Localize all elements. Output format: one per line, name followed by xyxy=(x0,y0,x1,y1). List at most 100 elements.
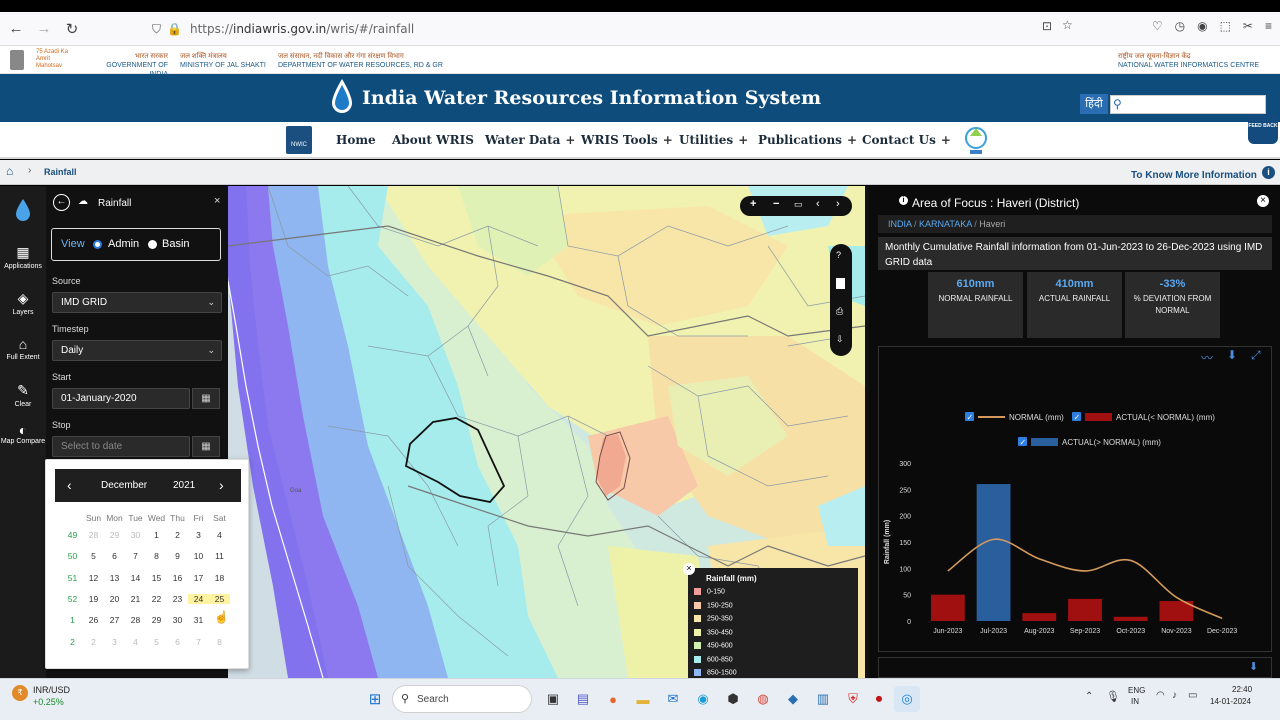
menu-wris-tools[interactable]: WRIS Tools + xyxy=(581,133,673,147)
chart-app-icon[interactable]: ▥ xyxy=(810,686,836,712)
calendar-day[interactable]: 10 xyxy=(188,551,209,561)
calendar-day[interactable]: 3 xyxy=(188,530,209,540)
export-icon[interactable]: ⇩ xyxy=(836,334,844,345)
microphone-icon[interactable]: 🎙 xyxy=(1106,690,1120,703)
help-icon[interactable]: ? xyxy=(836,250,841,260)
calendar-day[interactable]: 30 xyxy=(167,615,188,625)
screenshot-icon[interactable]: ✂ xyxy=(1243,19,1253,33)
calendar-day[interactable]: 26 xyxy=(83,615,104,625)
download-icon[interactable]: ⬇ xyxy=(1249,660,1258,673)
chevron-up-icon[interactable]: ⌃ xyxy=(1085,691,1093,702)
rainfall-map[interactable]: Goa + − ▭ ‹ › ? ⎙ ⇩ × Rainfall (mm) 0-15… xyxy=(228,186,865,678)
menu-water-data[interactable]: Water Data + xyxy=(485,133,575,147)
calendar-day[interactable]: 23 xyxy=(167,594,188,604)
calendar-day[interactable]: 8 xyxy=(146,551,167,561)
chart-bar[interactable] xyxy=(1068,598,1102,621)
rail-map-compare[interactable]: ◐ Map Compare xyxy=(0,423,46,446)
site-search-input[interactable]: ⚲ xyxy=(1110,95,1266,114)
calendar-day[interactable]: 12 xyxy=(83,573,104,583)
windows-start-icon[interactable]: ⊞ xyxy=(362,686,388,712)
volume-icon[interactable]: ♪ xyxy=(1172,690,1177,701)
stop-calendar-icon[interactable]: ▦ xyxy=(192,436,220,457)
firefox-icon[interactable]: ● xyxy=(600,686,626,712)
calendar-day[interactable]: 31 xyxy=(188,615,209,625)
calendar-day[interactable]: 11 xyxy=(209,551,230,561)
app-icon[interactable]: ⬢ xyxy=(720,686,746,712)
security-app-icon[interactable]: ⛨ xyxy=(840,686,866,712)
zoom-in-icon[interactable]: + xyxy=(750,198,756,210)
basin-radio[interactable] xyxy=(148,240,157,249)
calendar-day[interactable]: 18 xyxy=(209,573,230,583)
active-app-icon[interactable]: ◎ xyxy=(894,686,920,712)
history-icon[interactable]: ◷ xyxy=(1175,19,1185,33)
back-icon[interactable]: ← xyxy=(4,17,28,41)
map-scale-icon[interactable]: ▭ xyxy=(794,199,803,210)
calendar-day[interactable]: 29 xyxy=(104,530,125,540)
calendar-day[interactable]: 6 xyxy=(104,551,125,561)
crumb-india[interactable]: INDIA xyxy=(888,219,912,229)
calendar-day[interactable]: 15 xyxy=(146,573,167,583)
calendar-day[interactable]: 24 xyxy=(188,593,209,604)
calendar-year[interactable]: 2021 xyxy=(173,480,195,491)
menu-publications[interactable]: Publications + xyxy=(758,133,857,147)
record-icon[interactable]: ⏺ xyxy=(866,686,892,712)
crumb-karnataka[interactable]: KARNATAKA xyxy=(919,219,972,229)
menu-utilities[interactable]: Utilities + xyxy=(679,133,748,147)
calendar-day[interactable]: 14 xyxy=(125,573,146,583)
vscode-icon[interactable]: ◆ xyxy=(780,686,806,712)
close-icon[interactable]: × xyxy=(214,195,220,207)
calendar-day[interactable]: 20 xyxy=(104,594,125,604)
calendar-day[interactable]: 7 xyxy=(125,551,146,561)
calendar-day[interactable]: 13 xyxy=(104,573,125,583)
previous-month-icon[interactable]: ‹ xyxy=(67,477,72,493)
menu-about-wris[interactable]: About WRIS xyxy=(392,133,474,147)
extension-icon[interactable]: ⬚ xyxy=(1220,19,1231,33)
account-icon[interactable]: ◉ xyxy=(1197,19,1207,33)
calendar-month[interactable]: December xyxy=(101,480,147,491)
back-circle-icon[interactable]: ← xyxy=(53,194,70,211)
page-icon[interactable] xyxy=(836,278,845,289)
previous-extent-icon[interactable]: ‹ xyxy=(816,198,820,210)
zoom-out-icon[interactable]: − xyxy=(773,198,779,210)
calendar-day[interactable]: 4 xyxy=(209,530,230,540)
menu-contact-us[interactable]: Contact Us + xyxy=(862,133,951,147)
more-info-link[interactable]: To Know More Information xyxy=(1131,170,1257,181)
chart-bar[interactable] xyxy=(1022,613,1057,621)
language-code[interactable]: ENG xyxy=(1128,686,1145,695)
timestep-select[interactable]: Daily ⌄ xyxy=(52,340,222,361)
calendar-day[interactable]: 1 xyxy=(146,530,167,540)
start-date-input[interactable]: 01-January-2020 xyxy=(52,388,190,409)
chart-bar[interactable] xyxy=(930,594,965,621)
print-icon[interactable]: ⎙ xyxy=(836,306,843,317)
calendar-day[interactable]: 7 xyxy=(188,637,209,647)
taskbar-search[interactable]: ⚲ Search xyxy=(392,685,532,713)
calendar-day[interactable]: 19 xyxy=(83,594,104,604)
ticker-name[interactable]: INR/USD xyxy=(33,685,70,695)
calendar-day[interactable]: 2 xyxy=(83,637,104,647)
calendar-day[interactable]: 29 xyxy=(146,615,167,625)
rail-clear[interactable]: ✎ Clear xyxy=(0,382,46,408)
menu-icon[interactable]: ≡ xyxy=(1265,19,1272,33)
rail-applications[interactable]: ▦ Applications xyxy=(0,244,46,270)
teams-icon[interactable]: ▤ xyxy=(570,686,596,712)
bookmark-star-icon[interactable]: ☆ xyxy=(1062,18,1073,32)
calendar-day[interactable]: 5 xyxy=(146,637,167,647)
calendar-day[interactable]: 25 xyxy=(209,593,230,604)
info-icon[interactable]: i xyxy=(1262,166,1275,179)
chart-bar[interactable] xyxy=(1113,616,1148,621)
task-view-icon[interactable]: ▣ xyxy=(540,686,566,712)
calendar-day[interactable]: 27 xyxy=(104,615,125,625)
next-extent-icon[interactable]: › xyxy=(836,198,840,210)
translate-icon[interactable]: ⊡ xyxy=(1042,19,1052,33)
calendar-day[interactable]: 21 xyxy=(125,594,146,604)
clock-time[interactable]: 22:40 xyxy=(1232,685,1252,694)
file-explorer-icon[interactable]: ▬ xyxy=(630,686,656,712)
rail-full-extent[interactable]: ⌂ Full Extent xyxy=(0,336,46,361)
mail-icon[interactable]: ✉ xyxy=(660,686,686,712)
chart-bar[interactable] xyxy=(976,484,1011,621)
calendar-day[interactable]: 9 xyxy=(167,551,188,561)
hindi-button[interactable]: हिंदी xyxy=(1080,94,1108,114)
wifi-icon[interactable]: ◠ xyxy=(1156,690,1165,701)
chrome-icon[interactable]: ◍ xyxy=(750,686,776,712)
calendar-day[interactable]: 22 xyxy=(146,594,167,604)
